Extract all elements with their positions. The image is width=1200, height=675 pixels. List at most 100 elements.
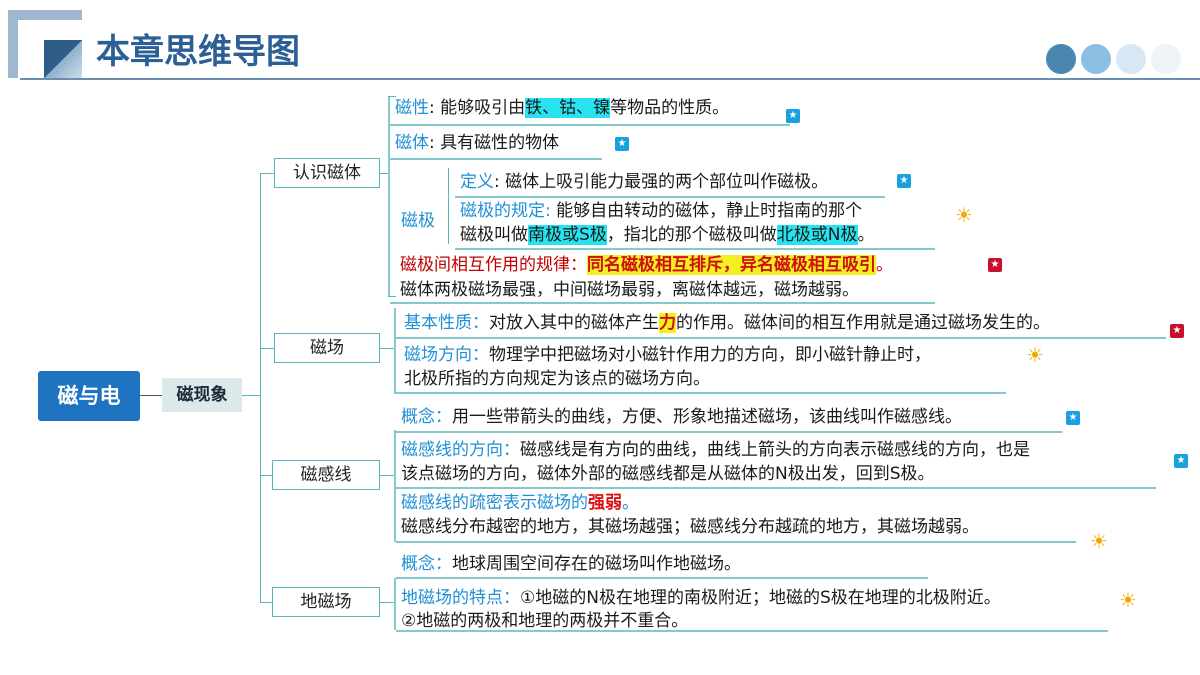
xingzhi-key: 基本性质：: [404, 313, 489, 333]
ciji-guiding-line1: 磁极的规定: 能够自由转动的磁体，静止时指南的那个: [460, 199, 862, 223]
cigan-fangxiang-underline: [396, 487, 1156, 489]
cigan-gainian-underline: [396, 431, 1062, 433]
cixing-underline: [390, 124, 790, 126]
cigan-bracket: [394, 430, 396, 542]
sun-icon: ☀: [1119, 588, 1137, 612]
dici-gainian-key: 概念：: [401, 554, 452, 574]
header-circles: [1046, 44, 1186, 74]
dici-gainian-rest: 地球周围空间存在的磁场叫作地磁场。: [452, 554, 741, 574]
cigan-shumi-end: 。: [622, 493, 639, 513]
node-ciganxian: 磁感线: [272, 460, 380, 490]
cichang-connector: [380, 348, 394, 349]
star-icon: ★: [1170, 324, 1184, 338]
level1-connector: [242, 395, 260, 396]
root-label: 磁与电: [57, 384, 121, 408]
cichang-fangxiang-line2: 北极所指的方向规定为该点的磁场方向。: [404, 369, 710, 389]
cigan-gainian-line: 概念：用一些带箭头的曲线，方便、形象地描述磁场，该曲线叫作磁感线。: [401, 405, 962, 429]
citi-key: 磁体: [395, 133, 429, 153]
header-corner-decoration: [8, 10, 82, 78]
trunk-branch-1: [260, 173, 274, 174]
guiding-key: 磁极的规定:: [460, 201, 551, 221]
cigan-fangxiang-line2: 该点磁场的方向，磁体外部的磁感线都是从磁体的N极出发，回到S极。: [401, 464, 935, 484]
dici-tedian-underline: [396, 630, 1108, 632]
cigan-gainian-key: 概念：: [401, 407, 452, 427]
cichang-fangxiang-line1-text: 物理学中把磁场对小磁针作用力的方向，即小磁针静止时，: [489, 345, 931, 365]
guiding-l2c: 。: [857, 225, 875, 245]
cixing-highlight: 铁、钴、镍: [525, 98, 611, 118]
star-icon: ★: [786, 109, 800, 123]
cigan-shumi-key: 磁感线的疏密表示磁场的: [401, 493, 588, 513]
cixing-rest: 等物品的性质。: [610, 98, 730, 118]
level1-trunk: [260, 173, 261, 603]
guiding-line1: 能够自由转动的磁体，静止时指南的那个: [550, 201, 863, 221]
guiding-hl-north: 北极或N极: [776, 225, 858, 245]
guilv-highlight: 同名磁极相互排斥，异名磁极相互吸引: [587, 255, 876, 275]
renshi-connector: [380, 173, 388, 174]
cigan-fangxiang-line1-text: 磁感线是有方向的曲线，曲线上箭头的方向表示磁感线的方向，也是: [520, 440, 1030, 460]
cigan-shumi-underline: [396, 541, 1076, 543]
ciji-dingyi-line: 定义: 磁体上吸引能力最强的两个部位叫作磁极。: [460, 170, 828, 194]
dici-tedian-key: 地磁场的特点：: [401, 588, 520, 608]
cichang-fangxiang-underline: [396, 392, 1006, 394]
dici-gainian-underline: [396, 577, 928, 579]
root-connector: [140, 395, 162, 396]
qiangruo-underline: [390, 302, 935, 304]
guilv-line: 磁极间相互作用的规律：同名磁极相互排斥，异名磁极相互吸引。: [400, 253, 893, 277]
xingzhi-b: 的作用。磁体间的相互作用就是通过磁场发生的。: [676, 313, 1050, 333]
dici-connector: [380, 602, 394, 603]
dingyi-key: 定义: [460, 172, 494, 192]
xingzhi-a: 对放入其中的磁体产生: [489, 313, 659, 333]
ciji-label: 磁极: [401, 211, 435, 231]
header-underline: [20, 78, 1200, 80]
guilv-end: 。: [876, 255, 893, 275]
renshi-tick-2: [388, 296, 396, 297]
cigan-connector: [380, 475, 394, 476]
sun-icon: ☀: [1026, 343, 1044, 367]
dici-bracket: [394, 578, 396, 630]
citi-underline: [390, 158, 602, 160]
guiding-hl-south: 南极或S极: [528, 225, 607, 245]
cichang-bracket: [394, 308, 396, 394]
dici-gainian-line: 概念：地球周围空间存在的磁场叫作地磁场。: [401, 552, 741, 576]
trunk-branch-4: [260, 602, 272, 603]
node-dicichang: 地磁场: [272, 587, 380, 617]
sun-icon: ☀: [1090, 529, 1108, 553]
guiding-l2b: ，指北的那个磁极叫做: [606, 225, 777, 245]
ciji-bracket: [448, 168, 449, 244]
dingyi-underline: [455, 196, 885, 198]
dingyi-rest: : 磁体上吸引能力最强的两个部位叫作磁极。: [494, 172, 829, 192]
renshi-bracket: [388, 96, 390, 296]
page-title: 本章思维导图: [96, 32, 300, 72]
sun-icon: ☀: [955, 203, 973, 227]
cigan-shumi-line2: 磁感线分布越密的地方，其磁场越强；磁感线分布越疏的地方，其磁场越弱。: [401, 517, 979, 537]
cigan-shumi-line1: 磁感线的疏密表示磁场的强弱。: [401, 491, 639, 515]
star-icon: ★: [1174, 454, 1188, 468]
star-icon: ★: [897, 174, 911, 188]
star-icon: ★: [1066, 411, 1080, 425]
cichang-fangxiang-key: 磁场方向：: [404, 345, 489, 365]
xingzhi-line: 基本性质：对放入其中的磁体产生力的作用。磁体间的相互作用就是通过磁场发生的。: [404, 311, 1050, 335]
level1-node: 磁现象: [162, 378, 242, 412]
star-icon: ★: [988, 258, 1002, 272]
citi-rest: : 具有磁性的物体: [429, 133, 560, 153]
citi-line: 磁体: 具有磁性的物体: [395, 131, 559, 155]
root-node: 磁与电: [38, 371, 140, 421]
cigan-fangxiang-key: 磁感线的方向：: [401, 440, 520, 460]
ciji-guiding-line2: 磁极叫做南极或S极，指北的那个磁极叫做北极或N极。: [460, 223, 875, 247]
star-icon: ★: [615, 137, 629, 151]
cixing-sep: : 能够吸引由: [429, 98, 526, 118]
cixing-line: 磁性: 能够吸引由铁、钴、镍等物品的性质。: [395, 96, 729, 120]
cigan-fangxiang-line1: 磁感线的方向：磁感线是有方向的曲线，曲线上箭头的方向表示磁感线的方向，也是: [401, 438, 1030, 462]
cichang-fangxiang-line1: 磁场方向：物理学中把磁场对小磁针作用力的方向，即小磁针静止时，: [404, 343, 931, 367]
node-renshi-citi: 认识磁体: [274, 158, 380, 188]
xingzhi-highlight: 力: [659, 313, 676, 333]
dici-tedian-line1: 地磁场的特点：①地磁的N极在地理的南极附近；地磁的S极在地理的北极附近。: [401, 586, 1001, 610]
guiding-underline: [455, 248, 935, 250]
guilv-key: 磁极间相互作用的规律：: [400, 255, 587, 275]
cigan-shumi-red: 强弱: [588, 493, 622, 513]
cixing-key: 磁性: [395, 98, 429, 118]
cigan-gainian-rest: 用一些带箭头的曲线，方便、形象地描述磁场，该曲线叫作磁感线。: [452, 407, 962, 427]
level1-label: 磁现象: [176, 385, 228, 405]
qiangruo-line: 磁体两极磁场最强，中间磁场最弱，离磁体越远，磁场越弱。: [400, 280, 859, 300]
xingzhi-underline: [396, 337, 1166, 339]
